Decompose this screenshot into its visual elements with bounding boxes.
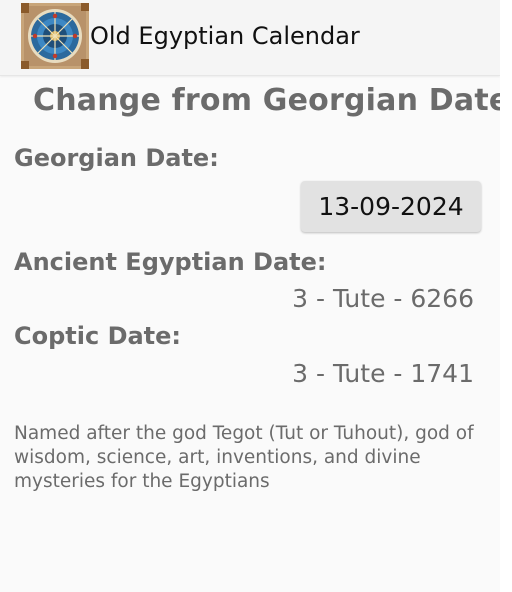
page-title: Change from Georgian Date: [33, 83, 500, 118]
screen-edge: [500, 0, 512, 592]
app-bar: Old Egyptian Calendar: [0, 0, 500, 76]
egyptian-zodiac-logo-icon: [21, 3, 89, 69]
georgian-date-picker-button[interactable]: 13-09-2024: [301, 181, 481, 232]
month-description: Named after the god Tegot (Tut or Tuhout…: [14, 423, 474, 492]
coptic-date-value: 3 - Tute - 1741: [292, 359, 474, 388]
ancient-egyptian-date-label: Ancient Egyptian Date:: [14, 248, 327, 276]
georgian-date-label: Georgian Date:: [14, 144, 219, 172]
coptic-date-label: Coptic Date:: [14, 322, 182, 350]
ancient-egyptian-date-value: 3 - Tute - 6266: [292, 284, 474, 313]
app-screen: Old Egyptian Calendar Change from Georgi…: [0, 0, 500, 592]
app-title: Old Egyptian Calendar: [90, 22, 360, 50]
georgian-date-value: 13-09-2024: [318, 192, 464, 221]
